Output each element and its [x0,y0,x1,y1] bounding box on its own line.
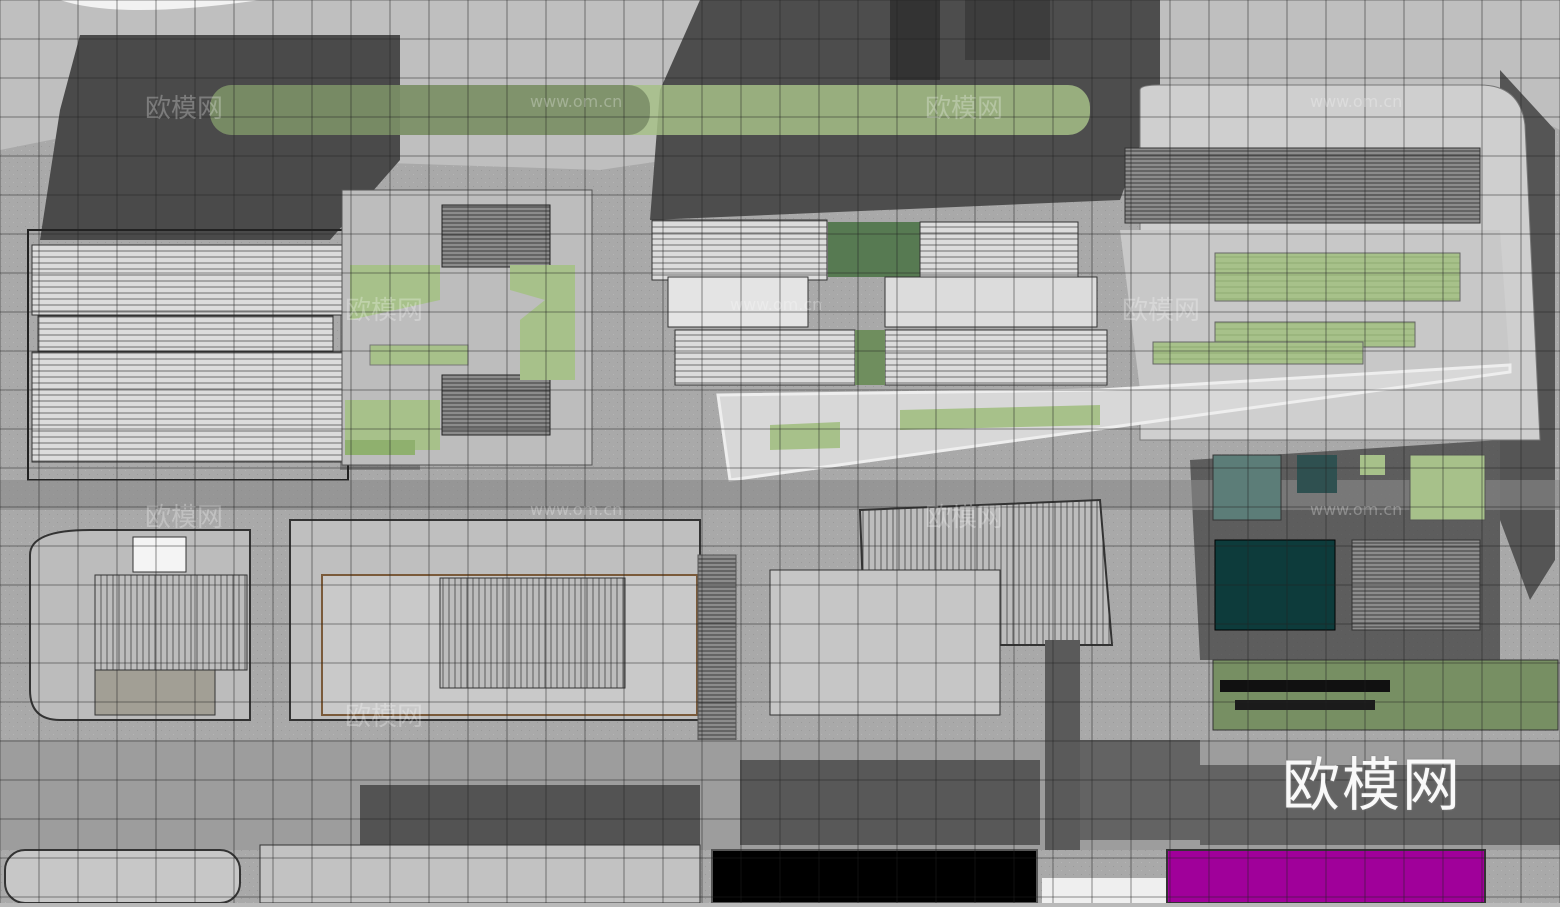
site-plan-drawing [0,0,1560,904]
roof-center-c [667,276,809,328]
lawn-left-c [369,344,469,366]
lower-shadow-4 [1200,765,1560,845]
lower-shadow-2 [740,760,1040,845]
site-plan: 欧模网 www.om.cn 欧模网 www.om.cn 欧模网 www.om.c… [0,0,1560,904]
lawn-strip-top-shadow [210,85,650,135]
lawn-left-e [345,440,415,455]
roof-center-b [919,221,1079,278]
lawn-mid-right-1 [1360,455,1385,475]
terrace [769,569,1001,716]
roof-center-f [884,329,1108,386]
shadow-tower [890,0,940,80]
roof-left-2 [37,315,334,352]
lower-shadow-1 [360,785,700,845]
roof-center-d [884,276,1098,328]
lawn-right-1 [1214,252,1461,302]
roof-small-2 [441,374,551,436]
lawn-diagonal-2 [770,422,840,450]
vertical-lane [1045,640,1080,850]
shadow-tower-2 [965,0,1050,60]
grid-lines [0,0,1560,903]
dark-band-right [1220,680,1390,692]
block-lower-left [94,669,216,716]
lawn-right-3 [1152,341,1364,365]
roof-left-1 [31,244,343,316]
roof-small-1 [441,204,551,268]
lawn-center-b [855,330,885,385]
bottom-block [259,844,701,904]
roof-lower-left [94,574,248,671]
striped-roof-right [1124,147,1481,224]
roof-center-a [651,219,828,281]
lawn-center-a [828,222,920,277]
roof-left-3 [31,351,343,463]
lawn-mid-right-2 [1409,454,1486,521]
white-strip [1042,878,1167,903]
lawn-bands-right [1212,659,1559,731]
dark-teal-block [1297,455,1337,493]
dark-band-right-2 [1235,700,1375,710]
teal-block [1212,454,1282,521]
white-box [132,536,187,573]
lower-shadow-3 [1080,740,1200,840]
